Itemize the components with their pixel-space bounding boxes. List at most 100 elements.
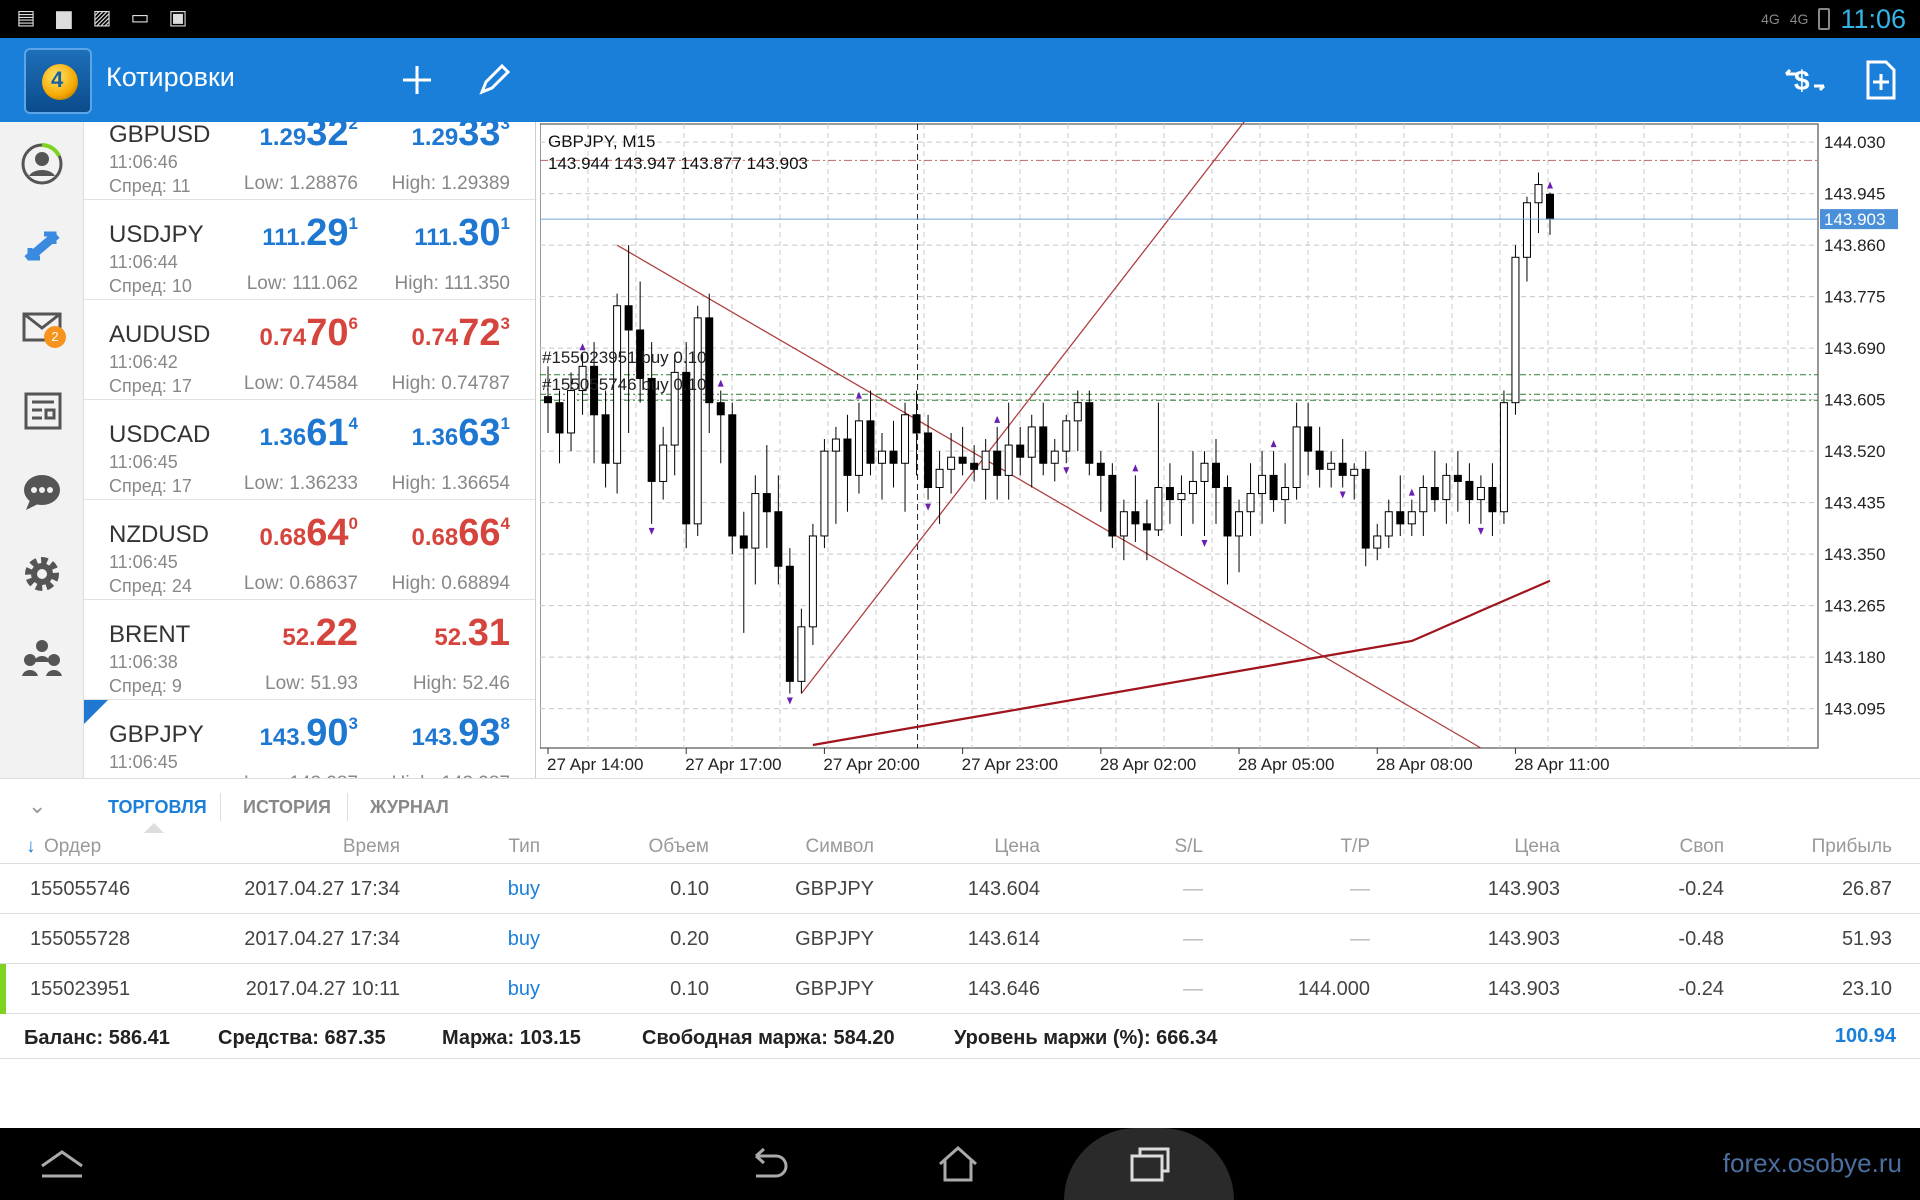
candle-body [1062,420,1071,452]
bid-price[interactable]: 1.36614 [260,412,358,454]
candle-body [866,420,875,464]
candle-body [1396,511,1405,525]
account-icon[interactable] [18,140,66,188]
bid-point: 6 [348,314,358,333]
back-icon[interactable] [742,1140,794,1188]
equity: Средства: 687.35 [218,1027,386,1049]
bid-price[interactable]: 0.68640 [260,512,358,554]
swap: -0.24 [1678,878,1724,900]
table-row[interactable]: 155055746 2017.04.27 17:34 buy 0.10 GBPJPY 14… [0,864,1920,914]
trade-arrows-icon[interactable] [18,222,66,270]
col-type[interactable]: Тип [508,836,540,858]
ask-price[interactable]: 0.68664 [412,512,510,554]
current-price: 143.903 [1487,978,1560,1000]
new-order-icon[interactable] [1856,56,1904,104]
col-price[interactable]: Цена [994,836,1040,858]
x-tick-label: 27 Apr 14:00 [547,755,643,774]
current-price-label: 143.903 [1824,210,1885,229]
quote-spread: Спред: 17 [109,476,192,496]
ask-price[interactable]: 1.36631 [412,412,510,454]
ask-price[interactable]: 1.29333 [412,122,510,154]
bid-price[interactable]: 0.74706 [260,312,358,354]
candle-body [1430,486,1439,501]
settings-gear-icon[interactable] [18,550,66,598]
app-logo-icon[interactable]: 4 [24,48,92,114]
bid-price[interactable]: 1.29322 [260,122,358,154]
stop-loss: — [1183,978,1203,1000]
community-icon[interactable] [18,632,66,680]
tab-history[interactable]: ИСТОРИЯ [243,797,331,818]
ask-price[interactable]: 52.31 [434,612,510,654]
collapse-chevron-icon[interactable]: ⌄ [28,793,46,819]
candle-body [659,444,668,482]
bid-pips: 32 [306,122,349,154]
col-order[interactable]: Ордер [44,836,101,858]
quote-row-gbpjpy[interactable]: GBPJPY11:06:45Спред: 35143.903143.938Low… [84,700,535,778]
quote-row-nzdusd[interactable]: NZDUSD 11:06:45 Спред: 24 0.68640 0.68664 Low… [84,500,535,600]
high-price: High: 0.74787 [391,373,510,394]
tab-journal[interactable]: ЖУРНАЛ [370,797,449,818]
candle-body [854,420,863,476]
bid-price[interactable]: 52.22 [282,612,358,654]
high-price: High: 1.36654 [391,473,510,494]
ask-pips: 33 [458,122,501,154]
tab-trade[interactable]: ТОРГОВЛЯ [108,797,207,818]
quote-row-audusd[interactable]: AUDUSD 11:06:42 Спред: 17 0.74706 0.74723 Low… [84,300,535,400]
ask-point: 3 [500,122,510,133]
order-symbol: GBPJPY [795,928,874,950]
ask-pips: 93 [458,712,501,754]
candle-body [1096,462,1105,476]
col-tp[interactable]: T/P [1340,836,1370,858]
mail-nav[interactable]: 2 [18,304,66,352]
candle-body [820,450,829,537]
ask-price[interactable]: 111.301 [414,212,510,254]
take-profit: 144.000 [1297,978,1370,1000]
col-symbol[interactable]: Символ [805,836,874,858]
quote-row-brent[interactable]: BRENT 11:06:38 Спред: 9 52.22 52.31 Low: 51.9… [84,600,535,700]
col-swap[interactable]: Своп [1680,836,1724,858]
bid-price[interactable]: 143.903 [260,712,358,754]
candle-body [1442,474,1451,501]
table-row[interactable]: 155023951 2017.04.27 10:11 buy 0.10 GBPJPY 14… [0,964,1920,1014]
high-price: High: 0.68894 [391,573,510,594]
trade-dollar-icon[interactable]: $ [1780,56,1828,104]
candle-body [1269,474,1278,501]
col-volume[interactable]: Объем [648,836,709,858]
home-icon[interactable] [932,1140,984,1188]
news-icon[interactable] [18,386,66,434]
candle-body [682,371,691,525]
col-current-price[interactable]: Цена [1514,836,1560,858]
y-tick-label: 143.350 [1824,545,1885,564]
bid-prefix: 111. [262,224,307,251]
quote-spread: Спред: 17 [109,376,192,396]
quote-row-gbpusd[interactable]: GBPUSD 11:06:46 Спред: 11 1.29322 1.29333 Low… [84,122,535,200]
candle-body [1361,468,1370,549]
col-time[interactable]: Время [343,836,400,858]
edit-pencil-icon[interactable] [470,56,518,104]
watermark: forex.osobye.ru [1722,1148,1902,1178]
chat-icon[interactable] [18,468,66,516]
x-tick-label: 27 Apr 20:00 [823,755,919,774]
order-type: buy [507,978,540,1000]
candle-body [1522,202,1531,258]
quote-row-usdjpy[interactable]: USDJPY 11:06:44 Спред: 10 111.291 111.301 Low… [84,200,535,300]
table-row[interactable]: 155055728 2017.04.27 17:34 buy 0.20 GBPJPY 14… [0,914,1920,964]
account-summary: Баланс: 586.41 Средства: 687.35 Маржа: 1… [0,1013,1920,1059]
col-profit[interactable]: Прибыль [1812,836,1892,858]
chart-canvas[interactable]: 144.030 143.945 143.860 143.775 143.690 143.6… [539,38,1920,778]
candle-body [774,511,783,567]
action-bar: 4 Котировки $ [0,38,1920,122]
add-symbol-button[interactable] [393,56,441,104]
recent-apps-icon[interactable] [1124,1140,1176,1188]
bid-pips: 61 [306,412,349,454]
ask-price[interactable]: 143.938 [411,712,510,754]
quote-row-usdcad[interactable]: USDCAD 11:06:45 Спред: 17 1.36614 1.36631 Low… [84,400,535,500]
bid-price[interactable]: 111.291 [262,212,358,254]
candle-body [1165,486,1174,501]
quote-symbol: GBPUSD [109,122,211,148]
collapse-up-icon[interactable] [36,1140,88,1188]
ask-price[interactable]: 0.74723 [412,312,510,354]
ask-prefix: 143. [411,724,459,751]
price-chart[interactable]: 144.030 143.945 143.860 143.775 143.690 143.6… [539,38,1920,778]
col-sl[interactable]: S/L [1174,836,1203,858]
